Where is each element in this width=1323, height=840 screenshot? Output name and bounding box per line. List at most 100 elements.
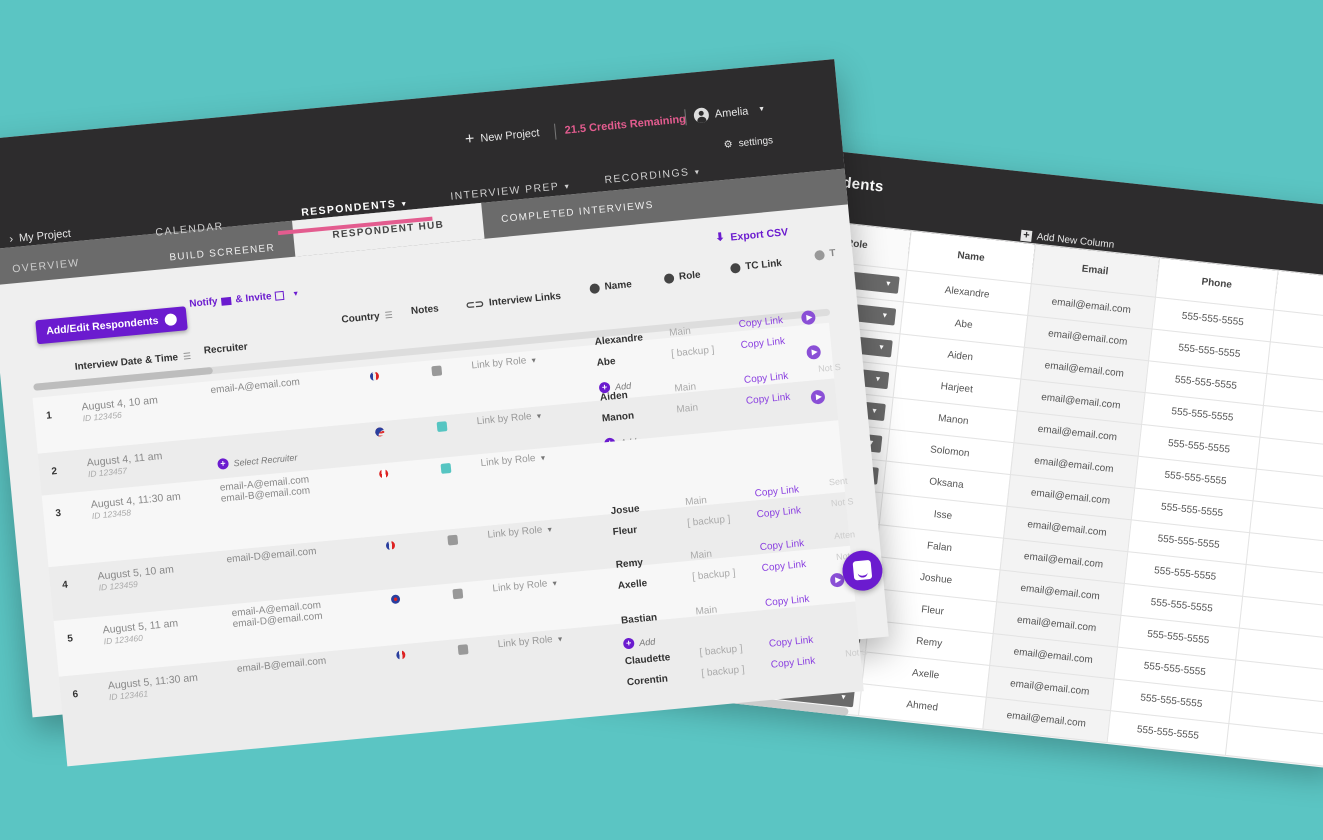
copy-link-button[interactable]: Copy Link [740,336,785,351]
caret-down-icon: ▼ [400,200,409,209]
new-project-button[interactable]: + New Project [464,127,540,149]
link-by-role-label: Link by Role [480,452,536,470]
respondent-name[interactable]: Abe [596,356,616,369]
copy-link-button[interactable]: Copy Link [745,392,790,407]
flag-fr-icon [395,650,406,660]
caret-down-icon: ▼ [529,357,538,365]
select-recruiter-button[interactable]: + Select Recruiter [217,451,298,470]
row-number: 5 [66,633,74,645]
interview-datetime[interactable]: August 4, 10 am ID 123456 [81,394,159,423]
link-by-role-label: Link by Role [470,355,527,372]
settings-button[interactable]: ⚙ settings [723,135,773,151]
notes-icon[interactable] [436,421,448,433]
respondent-role: Main [674,381,697,395]
copy-link-button[interactable]: Copy Link [761,559,806,574]
link-by-role-dropdown[interactable]: Link by Role ▼ [487,524,554,541]
subtab-build-screener[interactable]: BUILD SCREENER [149,235,295,271]
column-date-label: Interview Date & Time [74,352,179,373]
caret-down-icon: ▼ [556,636,564,644]
user-name: Amelia [714,104,749,121]
gear-icon: ⚙ [723,139,734,151]
plus-icon: + [464,130,476,149]
notes-icon[interactable] [457,644,469,656]
copy-link-button[interactable]: Copy Link [756,505,801,520]
plus-square-icon: + [1020,229,1033,242]
column-tc-label: TC Link [744,257,783,273]
respondent-name[interactable]: Remy [615,557,643,571]
flag-us-icon [374,427,385,437]
notify-invite-button[interactable]: Notify & Invite ▼ [189,288,300,309]
envelope-icon [221,296,232,306]
caret-down-icon: ▼ [292,290,300,299]
notes-icon[interactable] [447,534,459,546]
link-by-role-dropdown[interactable]: Link by Role ▼ [476,410,543,427]
respondent-name[interactable]: Manon [602,411,635,425]
column-header-name: Name [589,279,632,294]
caret-down-icon: ▼ [693,169,703,177]
flag-gb-icon [390,594,401,605]
filter-icon[interactable]: ☰ [384,310,393,322]
notes-icon[interactable] [431,365,443,377]
respondent-status: Atten [833,529,856,542]
respondent-role: Main [668,325,692,339]
respondent-role: Main [695,604,718,618]
recruiter-email: email-B@email.com [236,655,327,675]
filter-icon[interactable]: ☰ [183,351,192,363]
caret-down-icon: ▼ [545,526,554,535]
user-icon [814,249,825,261]
add-edit-respondents-button[interactable]: Add/Edit Respondents [35,306,188,345]
export-csv-button[interactable]: Export CSV [715,226,789,245]
respondent-name[interactable]: Aiden [600,390,629,404]
interview-datetime[interactable]: August 4, 11 am ID 123457 [86,450,163,479]
respondent-role: Main [675,402,699,416]
column-country-label: Country [341,311,381,326]
respondent-name[interactable]: Axelle [617,578,647,592]
caret-down-icon: ▼ [757,105,766,114]
link-by-role-dropdown[interactable]: Link by Role ▼ [480,452,547,469]
user-menu[interactable]: Amelia ▼ [693,102,766,124]
notes-icon[interactable] [452,588,464,600]
play-icon[interactable] [806,344,822,360]
respondent-name[interactable]: Fleur [612,525,637,538]
respondent-status: Not S [817,361,842,374]
respondent-hub-window: › My Project + New Project 21.5 Credits … [0,59,889,767]
play-icon[interactable] [800,310,817,326]
respondent-role: Main [689,548,713,562]
add-respondent-button[interactable]: +Add [622,636,656,650]
credits-remaining: 21.5 Credits Remaining [564,113,687,137]
respondent-role: [ backup ] [691,567,737,583]
copy-link-button[interactable]: Copy Link [768,635,813,650]
play-icon[interactable] [810,389,826,405]
respondent-role: [ backup ] [670,344,715,360]
row-number: 1 [45,410,53,422]
respondent-name[interactable]: Corentin [626,673,668,688]
recruiter-emails: email-A@email.com email-D@email.com [231,600,323,630]
plus-circle-icon: + [217,457,230,470]
caret-down-icon: ▼ [563,183,572,192]
avatar-icon [693,107,710,124]
link-by-role-dropdown[interactable]: Link by Role ▼ [471,354,538,371]
divider [684,109,687,126]
notes-icon[interactable] [440,462,452,474]
column-header-country[interactable]: Country ☰ [341,310,393,326]
respondent-role: [ backup ] [686,513,731,529]
respondent-name[interactable]: Bastian [621,612,658,626]
interview-datetime[interactable]: August 5, 11 am ID 123460 [102,617,179,646]
download-icon [715,232,726,245]
interview-datetime[interactable]: August 4, 11:30 am ID 123458 [90,491,182,521]
link-icon: ⊂⊃ [465,298,485,312]
link-by-role-dropdown[interactable]: Link by Role ▼ [492,577,559,594]
caret-down-icon: ▼ [839,693,848,702]
column-links-label: Interview Links [488,290,562,309]
recruiter-emails: email-B@email.com [236,656,326,675]
copy-link-button[interactable]: Copy Link [770,656,815,671]
interview-datetime[interactable]: August 5, 10 am ID 123459 [97,564,175,593]
respondent-status: Not S [844,646,869,659]
caret-down-icon: ▼ [870,407,879,416]
respondent-name[interactable]: Claudette [624,652,670,667]
link-by-role-label: Link by Role [497,634,554,651]
link-by-role-dropdown[interactable]: Link by Role ▼ [497,633,564,650]
interview-datetime[interactable]: August 5, 11:30 am ID 123461 [107,672,199,702]
respondent-name[interactable]: Josue [610,503,640,517]
respondent-role: [ backup ] [700,664,746,680]
